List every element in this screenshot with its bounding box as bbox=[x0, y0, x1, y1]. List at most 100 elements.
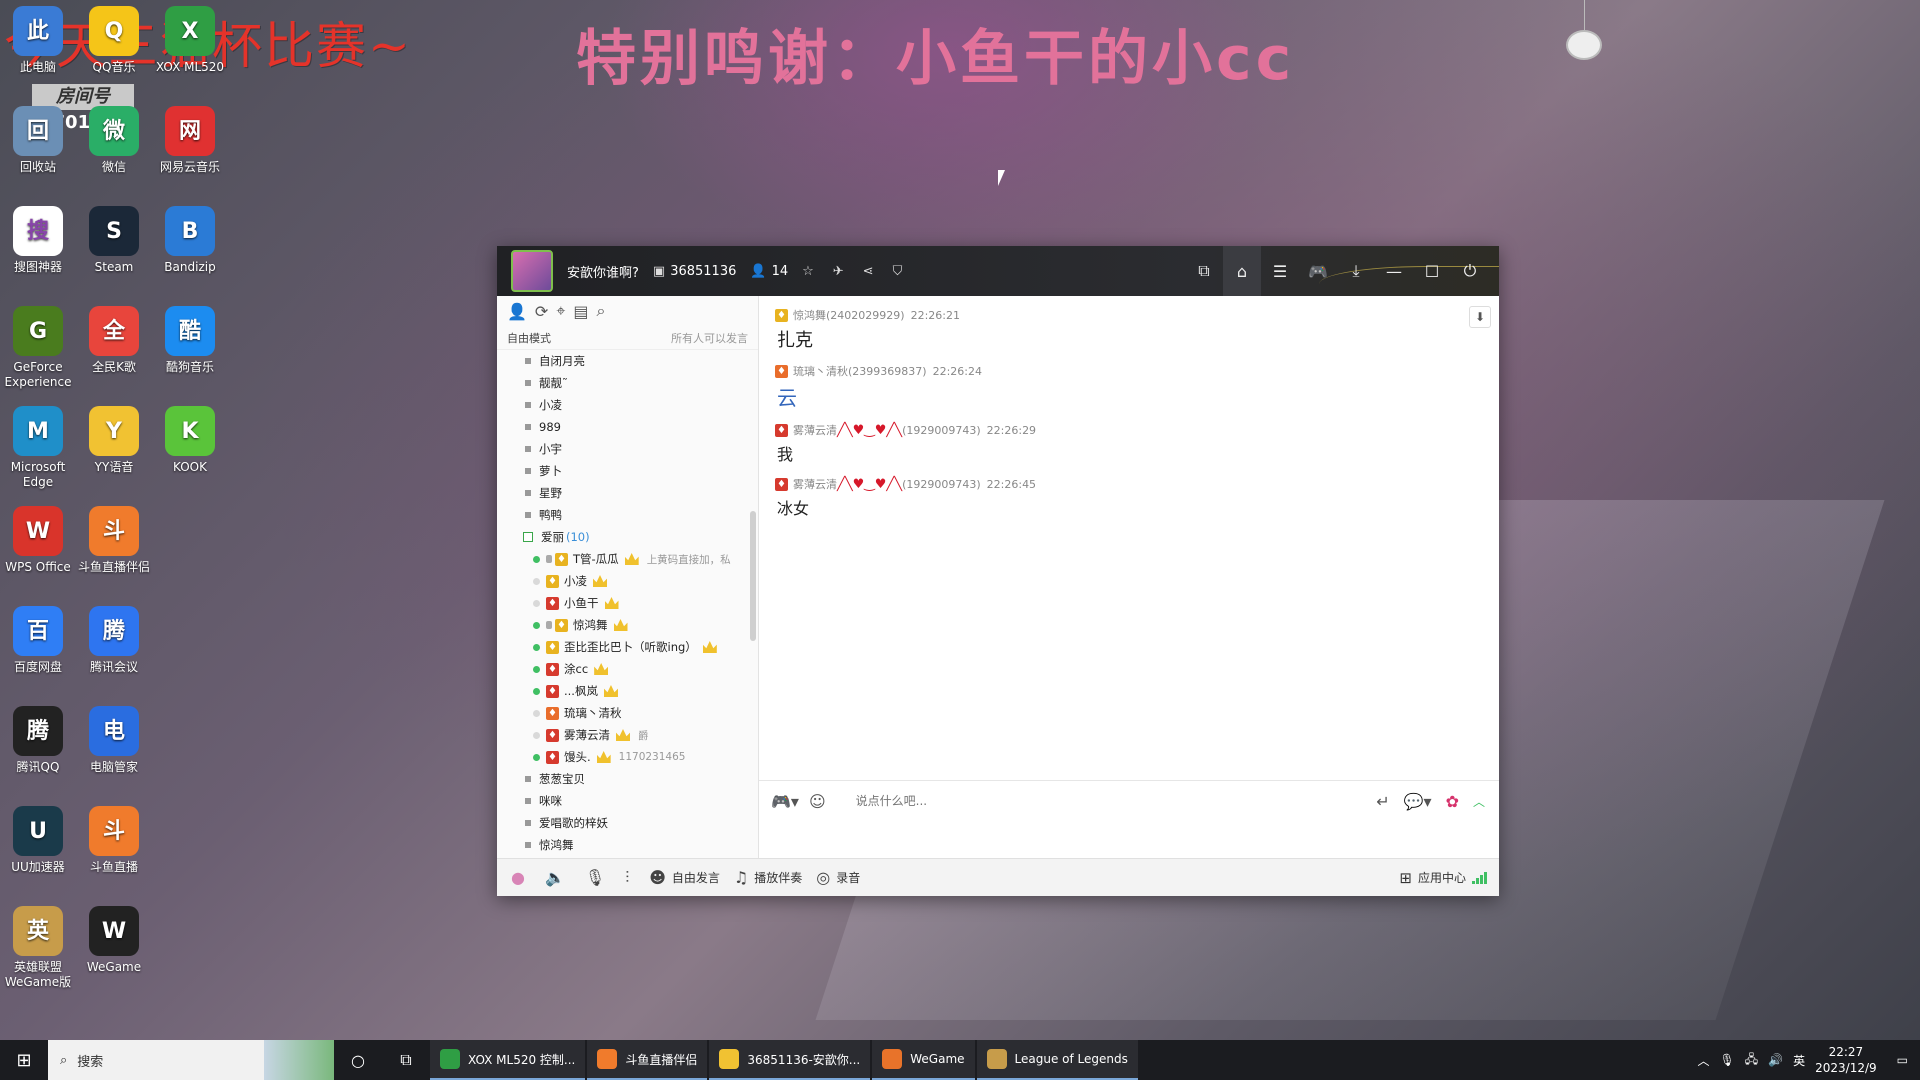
chat-input[interactable] bbox=[855, 794, 1336, 808]
scroll-to-bottom-button[interactable]: ⬇ bbox=[1469, 306, 1491, 328]
list-button[interactable]: ☰ bbox=[1261, 246, 1299, 296]
member-item[interactable]: ♦ T管-瓜瓜 上黄码直接加，私 bbox=[497, 548, 758, 570]
channel-item[interactable]: 鸭鸭 bbox=[497, 504, 758, 526]
desktop-icon-karaoke[interactable]: 全全民K歌 bbox=[76, 306, 152, 375]
member-item[interactable]: ♦ 涂cc bbox=[497, 658, 758, 680]
desktop-icon-geforce[interactable]: G GeForce Experience bbox=[0, 306, 76, 390]
video-button[interactable]: ⧉ bbox=[1185, 246, 1223, 296]
close-button[interactable]: ⏻ bbox=[1451, 246, 1489, 296]
channel-item[interactable]: 靓靓˜ bbox=[497, 372, 758, 394]
taskbar-app[interactable]: 36851136-安歆你... bbox=[709, 1040, 871, 1080]
emoji-game-icon[interactable]: 🎮▾ bbox=[771, 792, 799, 811]
chevron-up-icon[interactable]: ︿ bbox=[1473, 793, 1485, 810]
notebook-icon[interactable]: ▤ bbox=[573, 302, 588, 321]
cortana-button[interactable]: ○ bbox=[334, 1040, 382, 1080]
face-search-icon[interactable]: ☺ bbox=[809, 792, 826, 811]
desktop-icon-kugou[interactable]: 酷酷狗音乐 bbox=[152, 306, 228, 375]
favorite-button[interactable]: ☆ bbox=[802, 264, 819, 279]
chat-bubble-icon[interactable]: 💬▾ bbox=[1404, 792, 1432, 811]
channel-item[interactable]: 咪咪 bbox=[497, 790, 758, 812]
message-sender[interactable]: 雾薄云清 bbox=[793, 476, 837, 492]
volume-icon[interactable]: 🔊 bbox=[1768, 1053, 1783, 1067]
game-button[interactable]: 🎮 bbox=[1299, 246, 1337, 296]
member-item[interactable]: ♦ 雾薄云清 爵 bbox=[497, 724, 758, 746]
self-avatar[interactable]: ● bbox=[511, 868, 531, 887]
microphone-icon[interactable]: 🎙 bbox=[1720, 1053, 1735, 1067]
channel-item[interactable]: 葱葱宝贝 bbox=[497, 768, 758, 790]
desktop-icon-bandizip[interactable]: B Bandizip bbox=[152, 206, 228, 275]
channel-item[interactable]: 小凌 bbox=[497, 394, 758, 416]
taskbar-app[interactable]: 斗鱼直播伴侣 bbox=[587, 1040, 708, 1080]
collapse-button[interactable]: ⤓ bbox=[1337, 246, 1375, 296]
message-sender[interactable]: 琉璃丶清秋(2399369837) bbox=[793, 363, 927, 379]
taskbar-app[interactable]: XOX ML520 控制... bbox=[430, 1040, 586, 1080]
message-sender[interactable]: 雾薄云清 bbox=[793, 422, 837, 438]
desktop-icon-uu[interactable]: U UU加速器 bbox=[0, 806, 76, 875]
taskbar-app[interactable]: League of Legends bbox=[976, 1040, 1138, 1080]
report-button[interactable]: ⛉ bbox=[893, 264, 908, 279]
task-view-button[interactable]: ⧉ bbox=[382, 1040, 430, 1080]
enter-icon[interactable]: ↵ bbox=[1376, 792, 1389, 811]
desktop-icon-pc-manager[interactable]: 电电脑管家 bbox=[76, 706, 152, 775]
speaker-button[interactable]: 🔈 bbox=[545, 868, 571, 887]
desktop-icon-lol[interactable]: 英英雄联盟WeGame版 bbox=[0, 906, 76, 990]
location-icon[interactable]: ⌖ bbox=[556, 301, 565, 321]
ime-indicator[interactable]: 英 bbox=[1793, 1052, 1805, 1069]
desktop-icon-baidu-pan[interactable]: 百百度网盘 bbox=[0, 606, 76, 675]
chevron-up-icon[interactable]: ︿ bbox=[1698, 1052, 1710, 1069]
desktop-icon-kook[interactable]: K KOOK bbox=[152, 406, 228, 475]
desktop-icon-netease-music[interactable]: 网网易云音乐 bbox=[152, 106, 228, 175]
channel-item[interactable]: 惊鸿舞 bbox=[497, 834, 758, 856]
app-center-button[interactable]: ⊞ 应用中心 bbox=[1399, 869, 1487, 887]
desktop-icon-recycle-bin[interactable]: 回回收站 bbox=[0, 106, 76, 175]
flower-icon[interactable]: ✿ bbox=[1446, 792, 1459, 811]
member-item[interactable]: ♦ 小鱼干 bbox=[497, 592, 758, 614]
notification-icon[interactable]: ▭ bbox=[1897, 1053, 1908, 1067]
member-item[interactable]: ♦ 小凌 bbox=[497, 570, 758, 592]
desktop-icon-yy[interactable]: Y YY语音 bbox=[76, 406, 152, 475]
minimize-button[interactable]: — bbox=[1375, 246, 1413, 296]
desktop-icon-douyu-companion[interactable]: 斗斗鱼直播伴侣 bbox=[76, 506, 152, 575]
channel-item[interactable]: 989 bbox=[497, 416, 758, 438]
mic-button[interactable]: 🎙 bbox=[585, 868, 611, 887]
mode-row[interactable]: 自由模式 所有人可以发言 bbox=[497, 326, 758, 350]
desktop-icon-wechat[interactable]: 微微信 bbox=[76, 106, 152, 175]
share-button[interactable]: ⋖ bbox=[863, 264, 879, 279]
channel-item[interactable]: 爱唱歌的梓妖 bbox=[497, 812, 758, 834]
start-button[interactable]: ⊞ bbox=[0, 1040, 48, 1080]
refresh-icon[interactable]: ⟳ bbox=[535, 302, 548, 321]
channel-item[interactable]: 小宇 bbox=[497, 438, 758, 460]
play-accompaniment-button[interactable]: ♫ 播放伴奏 bbox=[734, 868, 802, 887]
desktop-icon-wps[interactable]: W WPS Office bbox=[0, 506, 76, 575]
channel-item[interactable]: 星野 bbox=[497, 482, 758, 504]
home-button[interactable]: ⌂ bbox=[1223, 246, 1261, 296]
fly-button[interactable]: ✈ bbox=[833, 264, 849, 279]
desktop-icon-tencent-meeting[interactable]: 腾腾讯会议 bbox=[76, 606, 152, 675]
member-item[interactable]: ♦ ...枫岚 bbox=[497, 680, 758, 702]
taskbar-app[interactable]: WeGame bbox=[872, 1040, 975, 1080]
member-item[interactable]: ♦ 琉璃丶清秋 bbox=[497, 702, 758, 724]
desktop-icon-wegame[interactable]: W WeGame bbox=[76, 906, 152, 975]
record-button[interactable]: ◎ 录音 bbox=[816, 868, 860, 887]
channel-item[interactable]: 萝卜 bbox=[497, 460, 758, 482]
desktop-icon-qq-music[interactable]: Q QQ音乐 bbox=[76, 6, 152, 75]
channel-item-open[interactable]: 爱丽 (10) bbox=[497, 526, 758, 548]
member-item[interactable]: ♦ 馒头. 1170231465 bbox=[497, 746, 758, 768]
free-speak-button[interactable]: ☻ 自由发言 bbox=[649, 868, 720, 887]
desktop-icon-image-search[interactable]: 搜搜图神器 bbox=[0, 206, 76, 275]
member-item[interactable]: ♦ 歪比歪比巴卜（听歌ing） bbox=[497, 636, 758, 658]
channel-item[interactable]: 自闭月亮 bbox=[497, 350, 758, 372]
message-sender[interactable]: 惊鸿舞(2402029929) bbox=[793, 307, 905, 323]
desktop-icon-douyu[interactable]: 斗斗鱼直播 bbox=[76, 806, 152, 875]
desktop-icon-edge[interactable]: M Microsoft Edge bbox=[0, 406, 76, 490]
network-icon[interactable]: 🖧 bbox=[1745, 1050, 1758, 1071]
room-avatar[interactable] bbox=[511, 250, 553, 292]
search-icon[interactable]: ⌕ bbox=[596, 301, 605, 321]
channel-scrollbar[interactable] bbox=[750, 511, 756, 641]
person-icon[interactable]: 👤 bbox=[507, 302, 527, 321]
taskbar-search[interactable]: ⌕ 搜索 bbox=[48, 1040, 334, 1080]
maximize-button[interactable]: ☐ bbox=[1413, 246, 1451, 296]
mixer-button[interactable]: ⫶ bbox=[625, 868, 635, 888]
desktop-icon-steam[interactable]: S Steam bbox=[76, 206, 152, 275]
desktop-icon-qq[interactable]: 腾腾讯QQ bbox=[0, 706, 76, 775]
